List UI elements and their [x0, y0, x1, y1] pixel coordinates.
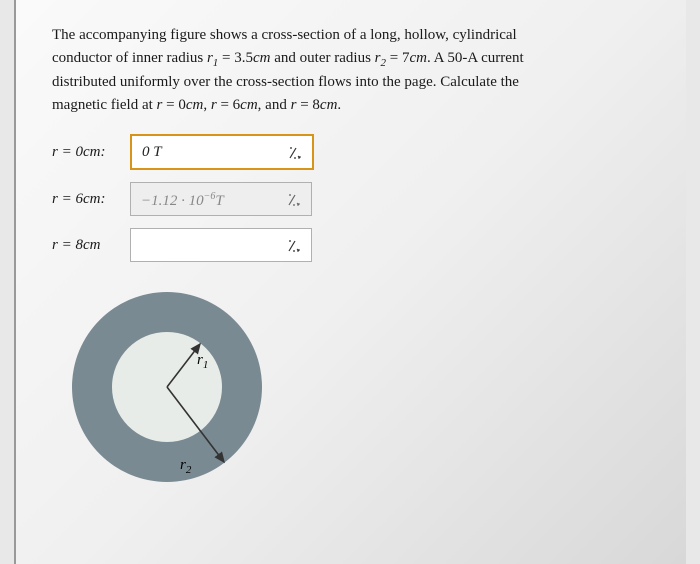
text: = 0 — [162, 97, 185, 113]
unit: cm — [186, 97, 204, 113]
answer-label: r = 8cm — [52, 237, 130, 254]
answer-input-0cm[interactable]: 0 T — [130, 134, 314, 170]
text: = 7 — [386, 50, 409, 66]
text: , and — [258, 97, 291, 113]
text: . — [337, 97, 341, 113]
text: . A 50-A current — [427, 50, 524, 66]
var-r1: r1 — [207, 50, 218, 66]
text: = 8 — [296, 97, 319, 113]
unit: cm — [320, 97, 338, 113]
text: , — [203, 97, 211, 113]
problem-statement: The accompanying figure shows a cross-se… — [52, 24, 650, 116]
answer-row-8cm: r = 8cm — [52, 228, 650, 262]
text: and outer radius — [271, 50, 375, 66]
answer-value: 0 T — [142, 136, 162, 168]
figure-label-r2: r2 — [180, 457, 191, 476]
text: = 6 — [217, 97, 240, 113]
answer-row-6cm: r = 6cm: −1.12 · 10−6T — [52, 182, 650, 216]
var-r2: r2 — [375, 50, 386, 66]
text: magnetic field at — [52, 97, 157, 113]
figure-label-r1: r1 — [197, 352, 208, 371]
text: distributed uniformly over the cross-sec… — [52, 74, 519, 90]
unit: cm — [240, 97, 258, 113]
answer-input-6cm[interactable]: −1.12 · 10−6T — [130, 182, 312, 216]
figure-cross-section: r1 r2 — [52, 282, 282, 492]
text: = 3.5 — [218, 50, 253, 66]
equation-palette-icon[interactable] — [287, 229, 301, 261]
unit: cm — [409, 50, 427, 66]
answer-label: r = 0cm: — [52, 144, 130, 161]
answer-input-8cm[interactable] — [130, 228, 312, 262]
answer-row-0cm: r = 0cm: 0 T — [52, 134, 650, 170]
text: The accompanying figure shows a cross-se… — [52, 27, 517, 43]
equation-palette-icon[interactable] — [287, 183, 301, 215]
page: The accompanying figure shows a cross-se… — [14, 0, 686, 564]
answer-value: −1.12 · 10−6T — [141, 181, 224, 217]
answer-label: r = 6cm: — [52, 191, 130, 208]
unit: cm — [253, 50, 271, 66]
equation-palette-icon[interactable] — [288, 136, 302, 168]
text: conductor of inner radius — [52, 50, 207, 66]
